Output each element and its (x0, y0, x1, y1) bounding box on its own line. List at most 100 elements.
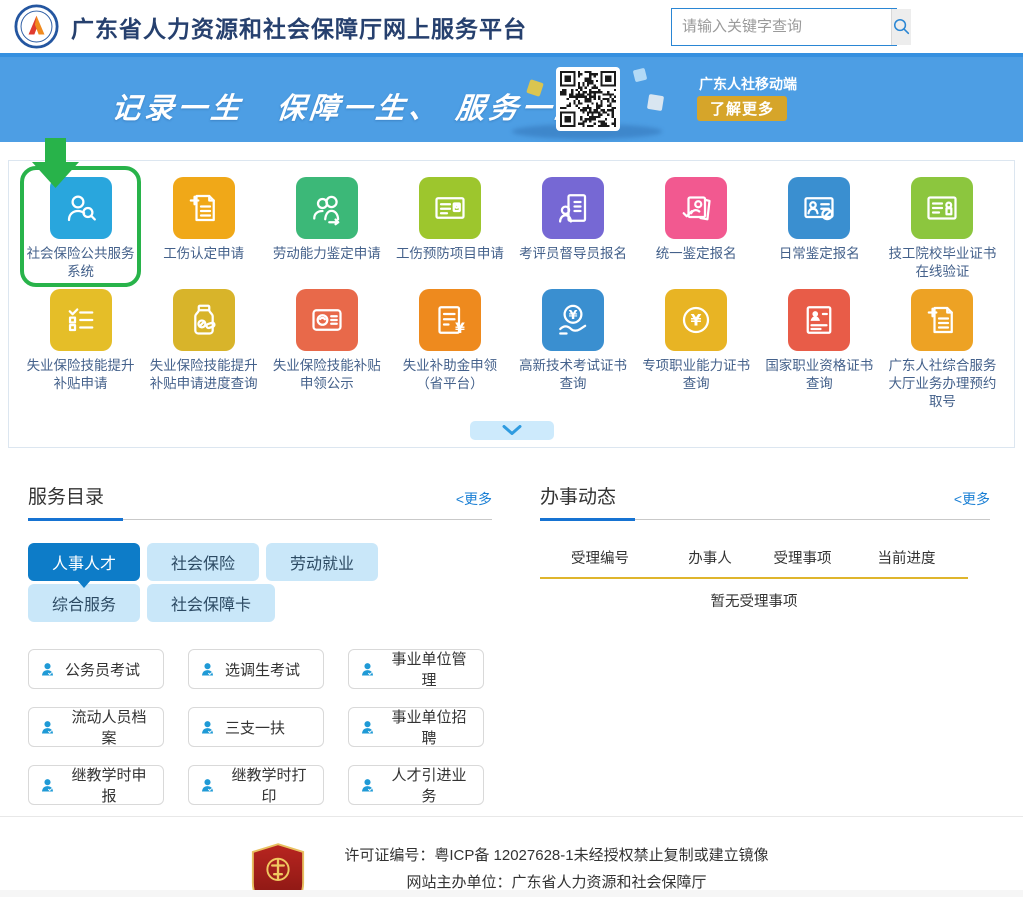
catalog-more-link[interactable]: <更多 (456, 489, 492, 518)
cert-person-icon (788, 289, 850, 351)
catalog-item-label: 三支一扶 (225, 717, 285, 738)
site-logo[interactable] (14, 4, 59, 49)
service-tile[interactable]: 失业保险技能提升补贴申请 (19, 289, 142, 415)
service-tile[interactable]: 日常鉴定报名 (758, 177, 881, 285)
service-tile[interactable]: 考评员督导员报名 (512, 177, 635, 285)
tab-3[interactable]: 劳动就业 (266, 543, 378, 581)
footer-license-line: 许可证编号：粤ICP备 12027628-1未经授权禁止复制或建立镜像 (339, 842, 774, 869)
search-box (671, 8, 897, 46)
service-tile[interactable]: 社会保险公共服务系统 (19, 177, 142, 285)
person-icon (359, 719, 376, 736)
status-column-header: 办事人 (660, 547, 760, 568)
service-tile-label: 考评员督导员报名 (515, 245, 631, 263)
service-tile-label: 专项职业能力证书查询 (635, 357, 758, 393)
id-card-icon (419, 177, 481, 239)
status-column-header: 受理事项 (760, 547, 845, 568)
people-transfer-icon (296, 177, 358, 239)
search-input[interactable] (672, 9, 891, 45)
tab-5[interactable]: 社会保障卡 (147, 584, 275, 622)
catalog-item-button[interactable]: 继教学时打印 (188, 765, 324, 805)
section-rule (540, 518, 990, 521)
service-tile-label: 统一鉴定报名 (652, 245, 741, 263)
search-icon (892, 17, 911, 36)
chevron-down-icon (501, 425, 523, 436)
status-more-link[interactable]: <更多 (954, 489, 990, 518)
bottle-icon (173, 289, 235, 351)
footer: 党政机关 许可证编号：粤ICP备 12027628-1未经授权禁止复制或建立镜像… (0, 816, 1023, 897)
catalog-item-label: 选调生考试 (225, 659, 300, 680)
page-title: 广东省人力资源和社会保障厅网上服务平台 (71, 10, 527, 44)
tiles-row-1: 社会保险公共服务系统 工伤认定申请 劳动能力鉴定申请 工伤预防项目申请 考评员督… (19, 177, 1004, 285)
person-icon (359, 777, 376, 794)
catalog-item-label: 公务员考试 (65, 659, 140, 680)
catalog-tabs: 人事人才社会保险劳动就业综合服务社会保障卡 (28, 543, 448, 622)
service-tile-label: 失业保险技能提升补贴申请 (19, 357, 142, 393)
tab-1[interactable]: 人事人才 (28, 543, 140, 581)
catalog-item-button[interactable]: 流动人员档案 (28, 707, 164, 747)
service-tile[interactable]: 失业保险技能提升补贴申请进度查询 (142, 289, 265, 415)
doc-yen-icon (419, 289, 481, 351)
person-icon (39, 719, 56, 736)
person-icon (199, 719, 216, 736)
status-table: 受理编号办事人受理事项当前进度 暂无受理事项 (540, 547, 990, 611)
doc-plus-icon (173, 177, 235, 239)
tab-4[interactable]: 综合服务 (28, 584, 140, 622)
person-icon (39, 777, 56, 794)
service-tile[interactable]: 广东人社综合服务大厅业务办理预约取号 (881, 289, 1004, 415)
person-doc-icon (542, 177, 604, 239)
catalog-item-button[interactable]: 事业单位管理 (348, 649, 484, 689)
learn-more-button[interactable]: 了解更多 (697, 96, 787, 121)
tiles-row-2: 失业保险技能提升补贴申请 失业保险技能提升补贴申请进度查询 失业保险技能补贴申领… (19, 289, 1004, 415)
decor-icon (647, 94, 664, 111)
service-tile-label: 日常鉴定报名 (775, 245, 864, 263)
tab-2[interactable]: 社会保险 (147, 543, 259, 581)
person-icon (199, 661, 216, 678)
hand-yen-icon (542, 289, 604, 351)
status-table-header: 受理编号办事人受理事项当前进度 (540, 547, 990, 568)
catalog-item-label: 事业单位招聘 (385, 706, 473, 748)
catalog-item-label: 继教学时申报 (65, 764, 153, 806)
catalog-item-button[interactable]: 人才引进业务 (348, 765, 484, 805)
header: 广东省人力资源和社会保障厅网上服务平台 (0, 0, 1023, 57)
catalog-item-button[interactable]: 选调生考试 (188, 649, 324, 689)
service-tile[interactable]: 工伤认定申请 (142, 177, 265, 285)
catalog-item-button[interactable]: 事业单位招聘 (348, 707, 484, 747)
certificate-icon (911, 177, 973, 239)
yen-circle-icon (665, 289, 727, 351)
decor-icon (633, 68, 648, 83)
service-tile[interactable]: 专项职业能力证书查询 (635, 289, 758, 415)
service-tile[interactable]: 统一鉴定报名 (635, 177, 758, 285)
card-pen-icon (788, 177, 850, 239)
catalog-item-button[interactable]: 公务员考试 (28, 649, 164, 689)
footer-text: 许可证编号：粤ICP备 12027628-1未经授权禁止复制或建立镜像 网站主办… (339, 842, 774, 897)
work-status-section: 办事动态 <更多 受理编号办事人受理事项当前进度 暂无受理事项 (540, 482, 990, 805)
service-tile[interactable]: 失业补助金申领（省平台） (388, 289, 511, 415)
catalog-item-button[interactable]: 三支一扶 (188, 707, 324, 747)
service-tile-label: 高新技术考试证书查询 (512, 357, 635, 393)
service-tile-label: 劳动能力鉴定申请 (269, 245, 385, 263)
content-columns: 服务目录 <更多 人事人才社会保险劳动就业综合服务社会保障卡 公务员考试 选调生… (0, 482, 1023, 805)
doc-plus-icon (911, 289, 973, 351)
service-tile-label: 工伤预防项目申请 (392, 245, 508, 263)
service-tile-label: 失业补助金申领（省平台） (388, 357, 511, 393)
expand-panel-button[interactable] (470, 421, 554, 440)
catalog-item-button[interactable]: 继教学时申报 (28, 765, 164, 805)
status-column-header: 受理编号 (540, 547, 660, 568)
service-tile[interactable]: 劳动能力鉴定申请 (265, 177, 388, 285)
section-title-status: 办事动态 (540, 482, 616, 518)
service-tile[interactable]: 高新技术考试证书查询 (512, 289, 635, 415)
status-column-header: 当前进度 (845, 547, 968, 568)
status-empty-text: 暂无受理事项 (540, 590, 968, 611)
person-icon (359, 661, 376, 678)
catalog-item-label: 人才引进业务 (385, 764, 473, 806)
service-tile[interactable]: 工伤预防项目申请 (388, 177, 511, 285)
search-button[interactable] (891, 9, 911, 45)
person-icon (199, 777, 216, 794)
service-tile[interactable]: 国家职业资格证书查询 (758, 289, 881, 415)
person-icon (39, 661, 56, 678)
service-tile[interactable]: 技工院校毕业证书在线验证 (881, 177, 1004, 285)
service-tile-label: 工伤认定申请 (159, 245, 248, 263)
service-tile[interactable]: 失业保险技能补贴申领公示 (265, 289, 388, 415)
banner: 记录一生 保障一生、 服务一生 广东人社移动端 了解更多 (0, 57, 1023, 142)
party-government-badge[interactable]: 党政机关 (249, 842, 307, 897)
